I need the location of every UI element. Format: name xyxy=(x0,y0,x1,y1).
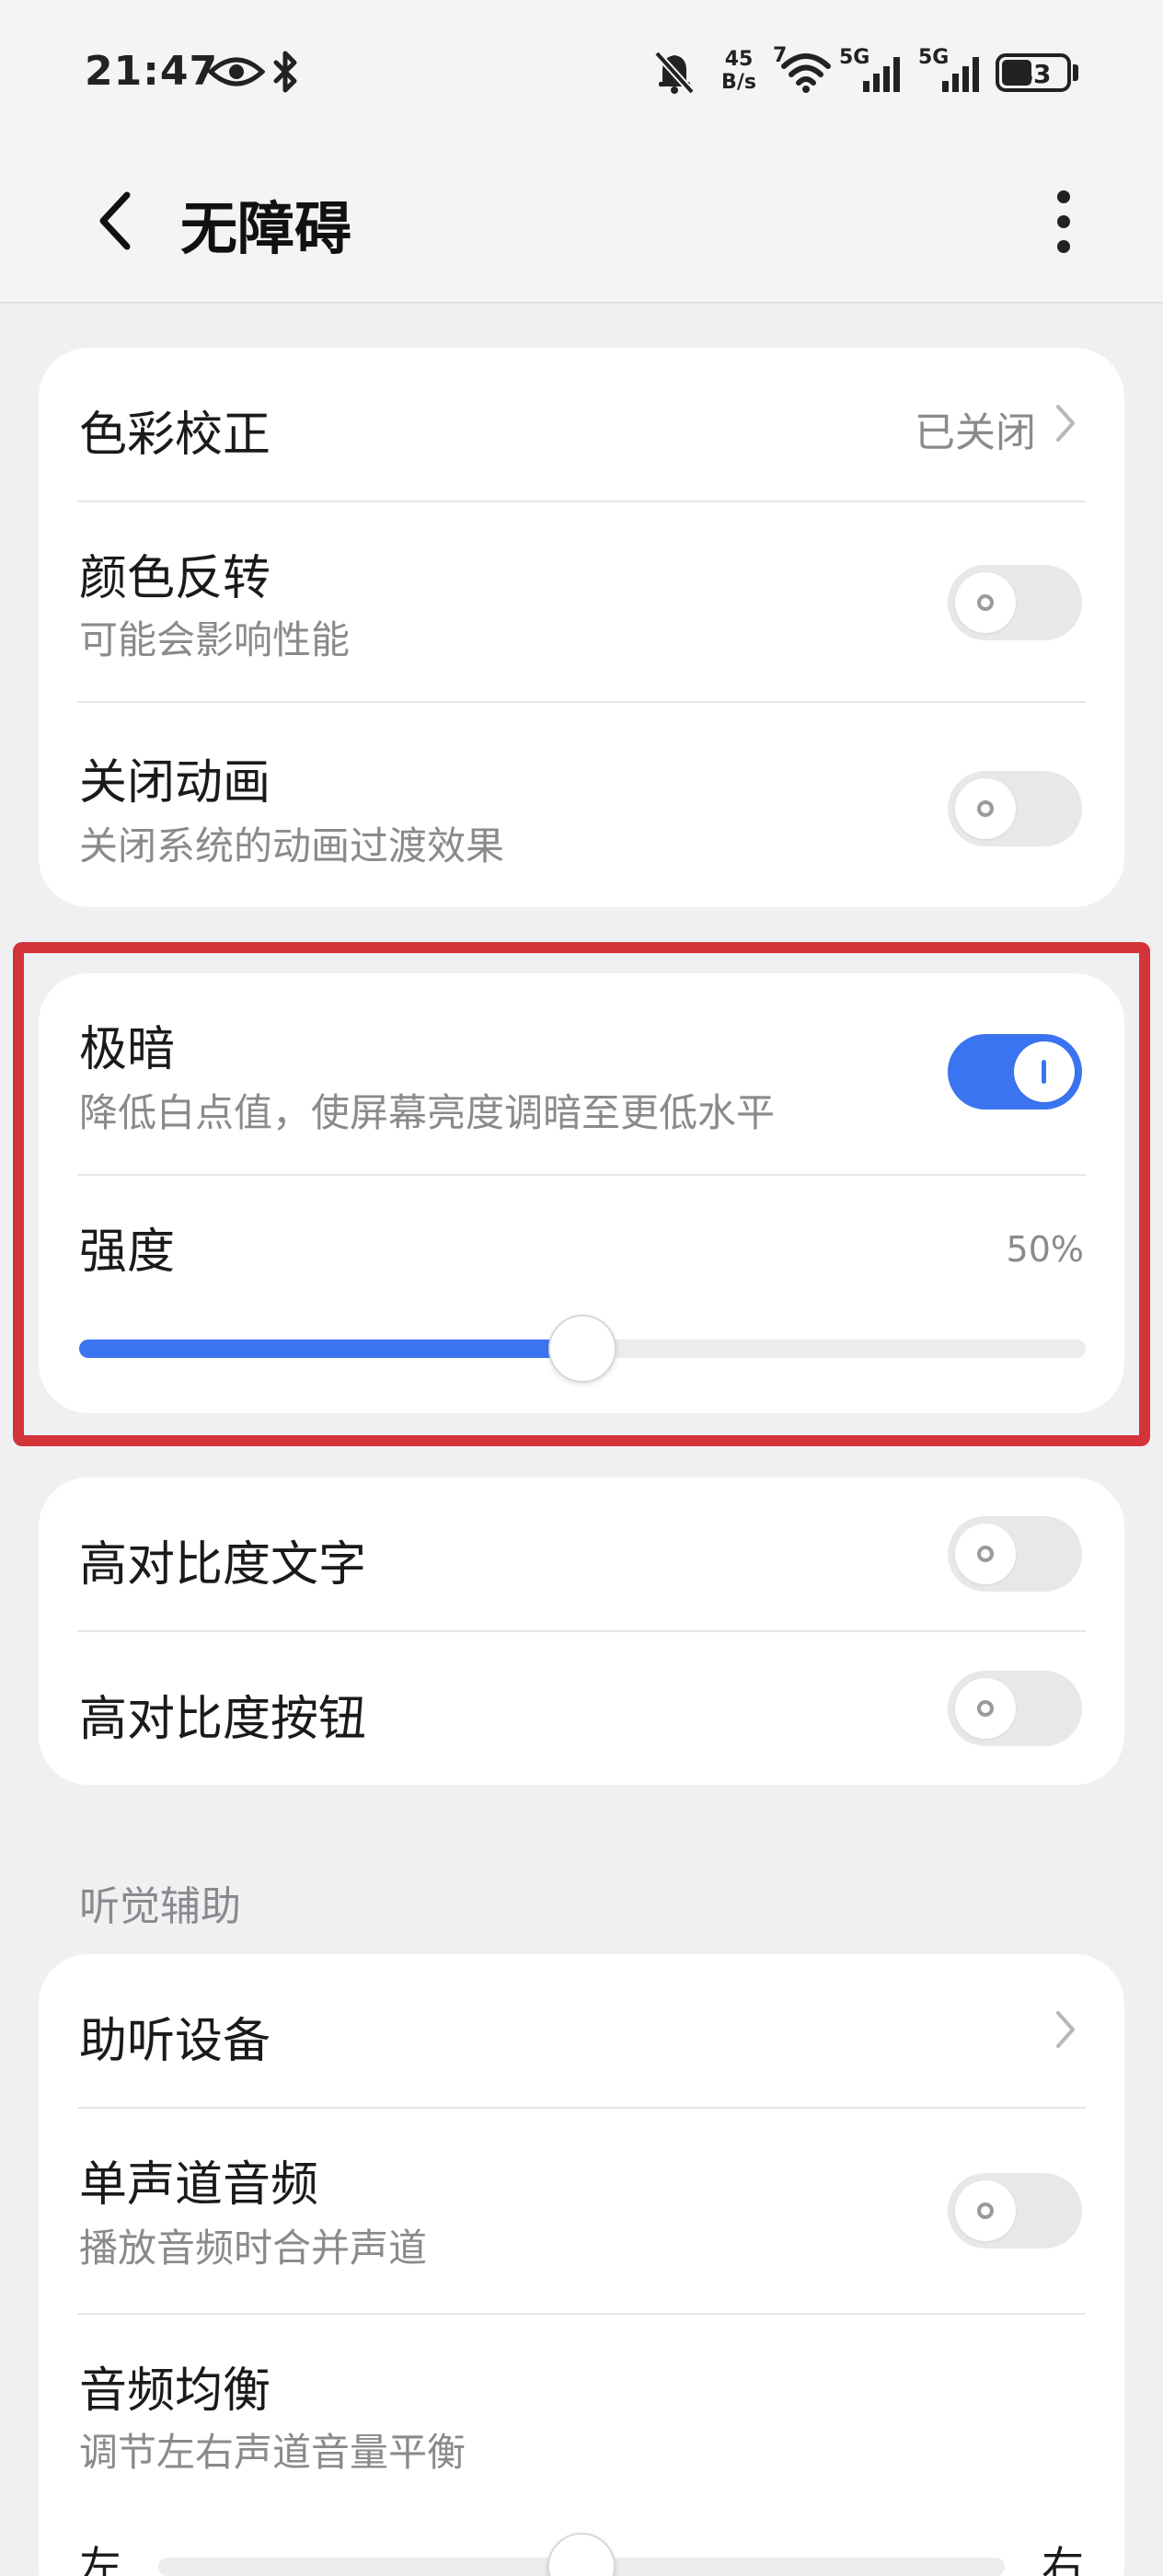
page-title: 无障碍 xyxy=(180,195,352,262)
hearing-devices-title: 助听设备 xyxy=(79,2014,271,2069)
more-options-icon[interactable] xyxy=(1045,180,1082,263)
mono-audio-subtitle: 播放音频时合并声道 xyxy=(79,2225,428,2271)
network-speed: 45 B/s xyxy=(716,48,762,94)
mono-audio-row[interactable]: 单声道音频 播放音频时合并声道 xyxy=(39,2109,1124,2313)
disable-animation-subtitle: 关闭系统的动画过渡效果 xyxy=(79,823,505,868)
hearing-devices-row[interactable]: 助听设备 xyxy=(39,1954,1124,2107)
disable-animation-row[interactable]: 关闭动画 关闭系统的动画过渡效果 xyxy=(39,703,1124,907)
network-speed-unit: B/s xyxy=(721,71,756,94)
bluetooth-icon xyxy=(273,51,297,93)
mono-audio-toggle[interactable] xyxy=(948,2173,1082,2248)
color-correction-row[interactable]: 色彩校正 已关闭 xyxy=(39,348,1124,500)
chevron-right-icon xyxy=(1056,2011,1075,2048)
signal-2-icon xyxy=(942,57,979,92)
wifi-icon xyxy=(781,53,831,93)
balance-left-label: 左 xyxy=(79,2542,121,2576)
silent-bell-icon xyxy=(654,51,695,95)
battery-icon: 43 xyxy=(996,53,1071,92)
back-arrow-icon[interactable] xyxy=(88,184,144,258)
color-inversion-row[interactable]: 颜色反转 可能会影响性能 xyxy=(39,502,1124,701)
audio-balance-slider-thumb[interactable] xyxy=(547,2533,616,2576)
high-contrast-buttons-row[interactable]: 高对比度按钮 xyxy=(39,1632,1124,1785)
hearing-card: 助听设备 单声道音频 播放音频时合并声道 音频均衡 调节左右声道音量平衡 左 右 xyxy=(39,1954,1124,2576)
accessibility-settings-screen: 21:47 45 B/s 7 5G 5G 43 无障碍 色彩校正 已关闭 颜色反… xyxy=(0,0,1163,2576)
display-settings-card: 色彩校正 已关闭 颜色反转 可能会影响性能 关闭动画 关闭系统的动画过渡效果 xyxy=(39,348,1124,907)
mono-audio-title: 单声道音频 xyxy=(79,2157,319,2213)
signal-1-icon xyxy=(863,57,900,92)
disable-animation-toggle[interactable] xyxy=(948,771,1082,846)
top-app-bar: 无障碍 xyxy=(0,147,1163,304)
battery-tip xyxy=(1073,64,1078,81)
high-contrast-text-toggle[interactable] xyxy=(948,1516,1082,1592)
battery-level: 43 xyxy=(1015,59,1052,89)
color-correction-title: 色彩校正 xyxy=(79,408,271,463)
status-time: 21:47 xyxy=(85,48,219,95)
hearing-section-label: 听觉辅助 xyxy=(79,1883,241,1930)
status-bar: 21:47 45 B/s 7 5G 5G 43 xyxy=(0,0,1163,147)
audio-balance-slider[interactable] xyxy=(158,2533,1005,2576)
disable-animation-title: 关闭动画 xyxy=(79,755,271,811)
color-inversion-title: 颜色反转 xyxy=(79,551,271,606)
audio-balance-subtitle: 调节左右声道音量平衡 xyxy=(79,2430,466,2475)
eye-icon xyxy=(208,57,265,86)
color-correction-value: 已关闭 xyxy=(915,409,1036,456)
highlight-box xyxy=(13,942,1150,1446)
high-contrast-text-title: 高对比度文字 xyxy=(79,1537,367,1593)
contrast-card: 高对比度文字 高对比度按钮 xyxy=(39,1478,1124,1785)
audio-balance-title: 音频均衡 xyxy=(79,2363,271,2419)
network-speed-value: 45 xyxy=(724,48,754,71)
balance-right-label: 右 xyxy=(1042,2542,1084,2576)
color-inversion-toggle[interactable] xyxy=(948,565,1082,640)
high-contrast-buttons-title: 高对比度按钮 xyxy=(79,1692,367,1747)
color-inversion-subtitle: 可能会影响性能 xyxy=(79,617,351,662)
high-contrast-buttons-toggle[interactable] xyxy=(948,1671,1082,1746)
chevron-right-icon xyxy=(1056,405,1075,442)
audio-balance-row: 音频均衡 调节左右声道音量平衡 左 右 xyxy=(39,2315,1124,2576)
high-contrast-text-row[interactable]: 高对比度文字 xyxy=(39,1478,1124,1630)
